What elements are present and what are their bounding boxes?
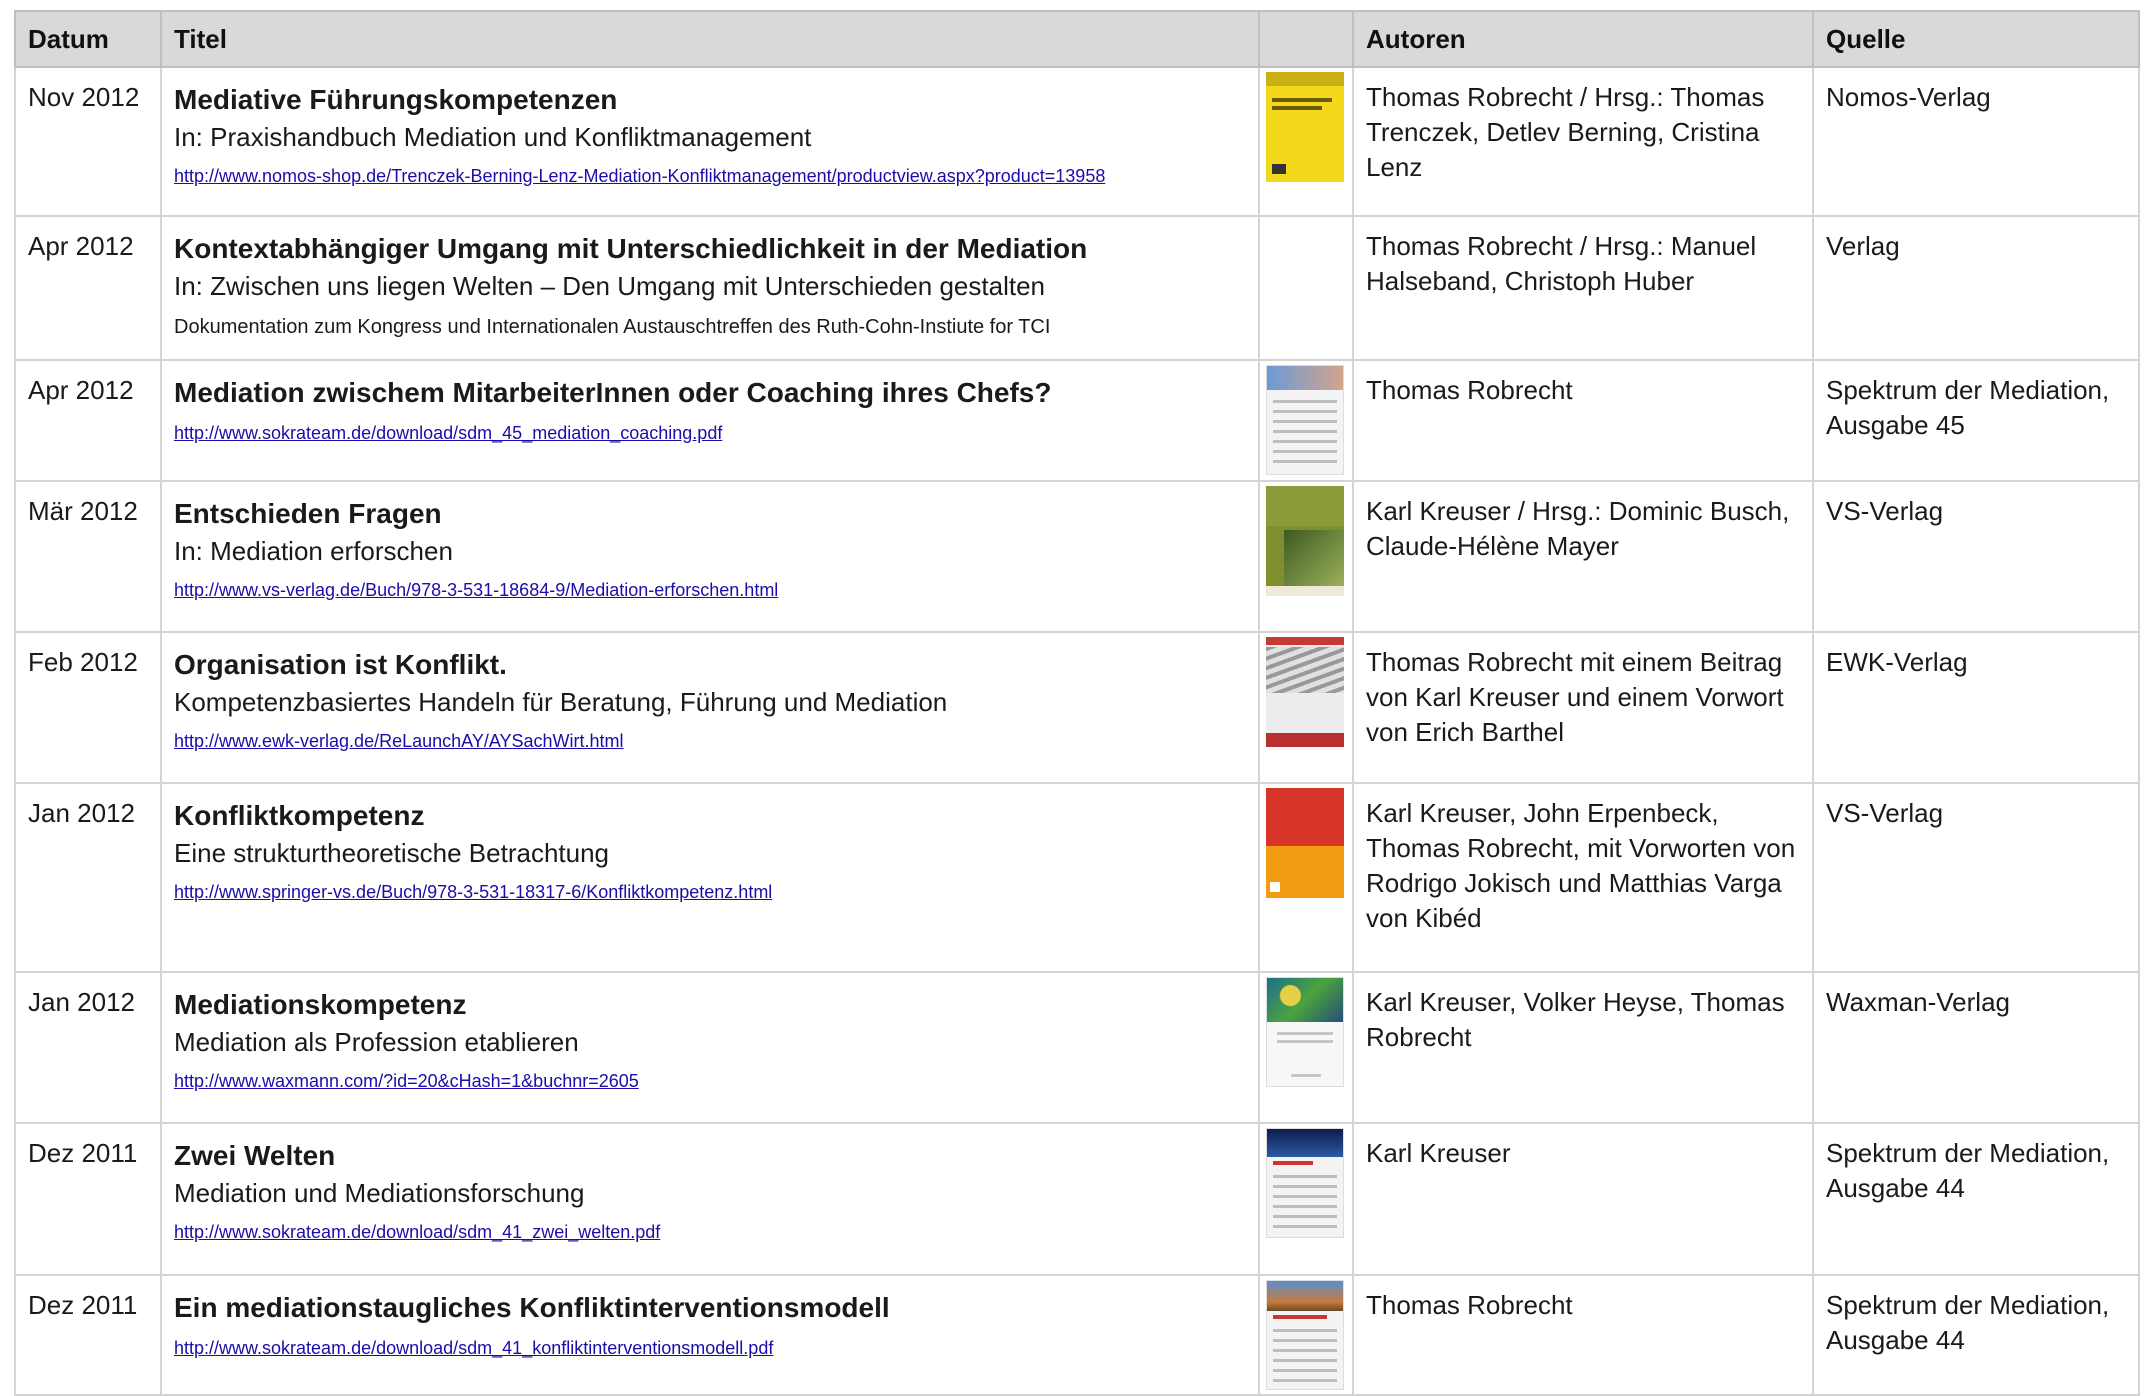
mosaic-book-cover[interactable] [1266, 977, 1344, 1087]
night-magazine-cover[interactable] [1266, 1128, 1344, 1238]
row-authors: Thomas Robrecht mit einem Beitrag von Ka… [1352, 631, 1814, 784]
row-title: Ein mediationstaugliches Konfliktinterve… [174, 1292, 890, 1323]
row-title: Entschieden Fragen [174, 498, 442, 529]
row-link[interactable]: http://www.vs-verlag.de/Buch/978-3-531-1… [174, 580, 778, 600]
table-row: Apr 2012 Kontextabhängiger Umgang mit Un… [14, 215, 2140, 361]
architecture-book-cover[interactable] [1266, 637, 1344, 747]
row-source: Nomos-Verlag [1812, 66, 2140, 217]
magazine-cover[interactable] [1266, 365, 1344, 475]
row-title-cell: Mediationskompetenz Mediation als Profes… [160, 971, 1260, 1124]
table-row: Dez 2011 Zwei Welten Mediation und Media… [14, 1122, 2140, 1276]
row-authors: Thomas Robrecht [1352, 1274, 1814, 1396]
row-authors: Karl Kreuser, John Erpenbeck, Thomas Rob… [1352, 782, 1814, 973]
row-date: Feb 2012 [14, 631, 162, 784]
publications-table: Datum Titel Autoren Quelle Nov 2012 Medi… [14, 10, 2140, 1396]
row-authors: Karl Kreuser / Hrsg.: Dominic Busch, Cla… [1352, 480, 1814, 633]
row-link[interactable]: http://www.springer-vs.de/Buch/978-3-531… [174, 882, 772, 902]
row-link[interactable]: http://www.sokrateam.de/download/sdm_45_… [174, 423, 722, 443]
table-row: Dez 2011 Ein mediationstaugliches Konfli… [14, 1274, 2140, 1396]
row-authors: Karl Kreuser, Volker Heyse, Thomas Robre… [1352, 971, 1814, 1124]
red-orange-book-cover[interactable] [1266, 788, 1344, 898]
row-subtitle: Mediation als Profession etablieren [174, 1027, 579, 1057]
row-title-cell: Zwei Welten Mediation und Mediationsfors… [160, 1122, 1260, 1276]
row-link[interactable]: http://www.waxmann.com/?id=20&cHash=1&bu… [174, 1071, 639, 1091]
table-header-row: Datum Titel Autoren Quelle [14, 10, 2140, 68]
row-date: Apr 2012 [14, 359, 162, 482]
row-title: Mediationskompetenz [174, 989, 467, 1020]
row-subtitle: In: Mediation erforschen [174, 536, 453, 566]
table-row: Nov 2012 Mediative Führungskompetenzen I… [14, 66, 2140, 217]
row-date: Jan 2012 [14, 782, 162, 973]
row-link[interactable]: http://www.sokrateam.de/download/sdm_41_… [174, 1222, 660, 1242]
header-cover [1258, 10, 1354, 68]
row-subtitle: Eine strukturtheoretische Betrachtung [174, 838, 610, 868]
row-title-cell: Mediation zwischem MitarbeiterInnen oder… [160, 359, 1260, 482]
row-date: Apr 2012 [14, 215, 162, 361]
row-source: Spektrum der Mediation, Ausgabe 44 [1812, 1122, 2140, 1276]
row-cover-cell [1258, 66, 1354, 217]
row-cover-cell [1258, 782, 1354, 973]
row-title-cell: Konfliktkompetenz Eine strukturtheoretis… [160, 782, 1260, 973]
row-cover-cell [1258, 1122, 1354, 1276]
green-book-cover[interactable] [1266, 486, 1344, 596]
row-date: Nov 2012 [14, 66, 162, 217]
row-source: Spektrum der Mediation, Ausgabe 44 [1812, 1274, 2140, 1396]
row-title: Mediation zwischem MitarbeiterInnen oder… [174, 377, 1052, 408]
header-datum: Datum [14, 10, 162, 68]
row-title-cell: Ein mediationstaugliches Konfliktinterve… [160, 1274, 1260, 1396]
row-authors: Thomas Robrecht / Hrsg.: Thomas Trenczek… [1352, 66, 1814, 217]
table-row: Mär 2012 Entschieden Fragen In: Mediatio… [14, 480, 2140, 633]
row-title: Kontextabhängiger Umgang mit Unterschied… [174, 233, 1088, 264]
row-title: Konfliktkompetenz [174, 800, 425, 831]
row-title: Organisation ist Konflikt. [174, 649, 507, 680]
row-date: Dez 2011 [14, 1122, 162, 1276]
table-row: Jan 2012 Konfliktkompetenz Eine struktur… [14, 782, 2140, 973]
row-link[interactable]: http://www.sokrateam.de/download/sdm_41_… [174, 1338, 773, 1358]
row-link[interactable]: http://www.nomos-shop.de/Trenczek-Bernin… [174, 166, 1105, 186]
publications-table-wrapper: Datum Titel Autoren Quelle Nov 2012 Medi… [14, 10, 2140, 1396]
header-quelle: Quelle [1812, 10, 2140, 68]
row-cover-cell [1258, 215, 1354, 361]
row-authors: Thomas Robrecht [1352, 359, 1814, 482]
row-source: VS-Verlag [1812, 480, 2140, 633]
row-source: Spektrum der Mediation, Ausgabe 45 [1812, 359, 2140, 482]
row-title-cell: Mediative Führungskompetenzen In: Praxis… [160, 66, 1260, 217]
row-subtitle: Kompetenzbasiertes Handeln für Beratung,… [174, 687, 948, 717]
row-subtitle: In: Zwischen uns liegen Welten – Den Umg… [174, 271, 1045, 301]
row-link[interactable]: http://www.ewk-verlag.de/ReLaunchAY/AYSa… [174, 731, 624, 751]
table-row: Jan 2012 Mediationskompetenz Mediation a… [14, 971, 2140, 1124]
row-cover-cell [1258, 1274, 1354, 1396]
row-title: Mediative Führungskompetenzen [174, 84, 618, 115]
row-authors: Karl Kreuser [1352, 1122, 1814, 1276]
row-cover-cell [1258, 631, 1354, 784]
row-date: Jan 2012 [14, 971, 162, 1124]
row-subtitle: Mediation und Mediationsforschung [174, 1178, 585, 1208]
row-cover-cell [1258, 359, 1354, 482]
row-cover-cell [1258, 480, 1354, 633]
row-title-cell: Organisation ist Konflikt. Kompetenzbasi… [160, 631, 1260, 784]
row-cover-cell [1258, 971, 1354, 1124]
header-titel: Titel [160, 10, 1260, 68]
row-source: VS-Verlag [1812, 782, 2140, 973]
yellow-book-cover[interactable] [1266, 72, 1344, 182]
row-title-cell: Kontextabhängiger Umgang mit Unterschied… [160, 215, 1260, 361]
table-row: Feb 2012 Organisation ist Konflikt. Komp… [14, 631, 2140, 784]
row-note: Dokumentation zum Kongress und Internati… [174, 316, 1051, 338]
row-date: Mär 2012 [14, 480, 162, 633]
row-title: Zwei Welten [174, 1140, 336, 1171]
row-subtitle: In: Praxishandbuch Mediation und Konflik… [174, 122, 812, 152]
row-source: Waxman-Verlag [1812, 971, 2140, 1124]
row-source: EWK-Verlag [1812, 631, 2140, 784]
landscape-magazine-cover[interactable] [1266, 1280, 1344, 1390]
row-source: Verlag [1812, 215, 2140, 361]
row-title-cell: Entschieden Fragen In: Mediation erforsc… [160, 480, 1260, 633]
table-row: Apr 2012 Mediation zwischem MitarbeiterI… [14, 359, 2140, 482]
header-autoren: Autoren [1352, 10, 1814, 68]
row-date: Dez 2011 [14, 1274, 162, 1396]
row-authors: Thomas Robrecht / Hrsg.: Manuel Halseban… [1352, 215, 1814, 361]
